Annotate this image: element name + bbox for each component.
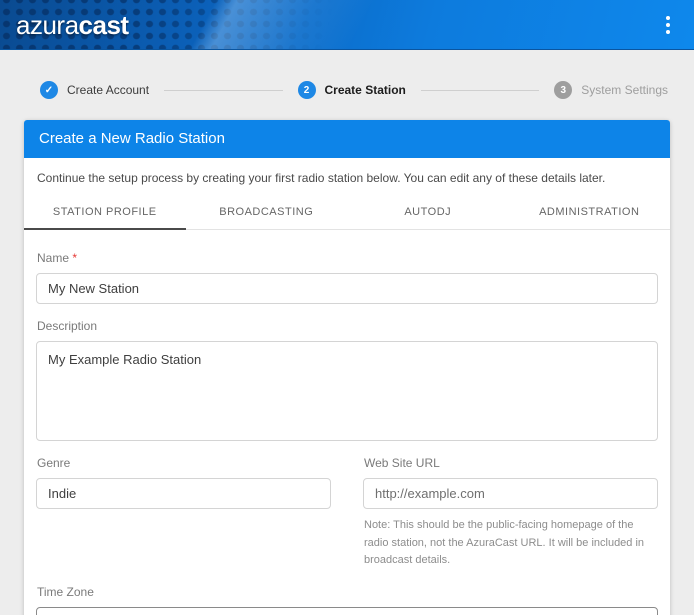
required-asterisk: * <box>72 251 77 265</box>
name-label: Name * <box>37 251 657 265</box>
website-url-note: Note: This should be the public-facing h… <box>364 517 657 570</box>
azuracast-logo: azuracast <box>16 12 129 38</box>
step-create-account: ✓ Create Account <box>40 81 149 99</box>
create-station-card: Create a New Radio Station Continue the … <box>24 120 670 615</box>
step-label: Create Account <box>67 83 149 97</box>
name-input[interactable] <box>36 273 658 304</box>
website-url-input[interactable] <box>363 478 658 509</box>
tab-station-profile[interactable]: Station Profile <box>24 196 186 229</box>
step-label: Create Station <box>325 83 406 97</box>
stepper-connector <box>164 90 282 91</box>
intro-text: Continue the setup process by creating y… <box>24 158 670 196</box>
timezone-label: Time Zone <box>37 585 657 599</box>
genre-input[interactable] <box>36 478 331 509</box>
step-number-badge: 3 <box>554 81 572 99</box>
logo-text-bold: cast <box>79 10 129 40</box>
overflow-menu-icon[interactable] <box>658 10 678 40</box>
tab-autodj[interactable]: AutoDJ <box>347 196 509 229</box>
step-system-settings: 3 System Settings <box>554 81 668 99</box>
check-icon: ✓ <box>40 81 58 99</box>
station-profile-form: Name * Description My Example Radio Stat… <box>24 230 670 615</box>
step-number-badge: 2 <box>298 81 316 99</box>
card-title: Create a New Radio Station <box>24 120 670 158</box>
tab-administration[interactable]: Administration <box>509 196 671 229</box>
step-create-station: 2 Create Station <box>298 81 406 99</box>
genre-label: Genre <box>37 456 330 470</box>
step-label: System Settings <box>581 83 668 97</box>
setup-stepper: ✓ Create Account 2 Create Station 3 Syst… <box>40 81 668 99</box>
description-textarea[interactable]: My Example Radio Station <box>36 341 658 441</box>
app-header: azuracast <box>0 0 694 50</box>
description-label: Description <box>37 319 657 333</box>
tab-broadcasting[interactable]: Broadcasting <box>186 196 348 229</box>
timezone-select[interactable]: New York (UTC-4) <box>36 607 658 615</box>
website-url-label: Web Site URL <box>364 456 657 470</box>
station-tabs: Station Profile Broadcasting AutoDJ Admi… <box>24 196 670 230</box>
stepper-connector <box>421 90 539 91</box>
logo-text-regular: azura <box>16 10 79 40</box>
